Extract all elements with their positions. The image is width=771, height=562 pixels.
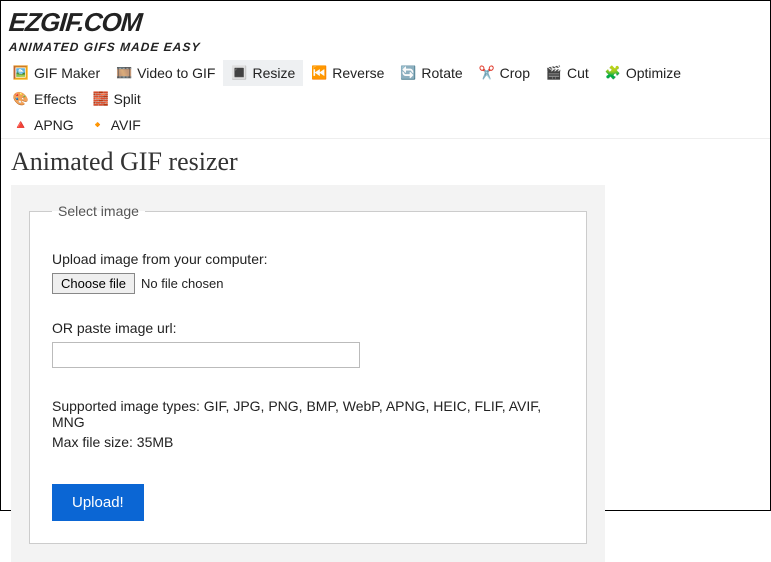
choose-file-button[interactable]: Choose file — [52, 273, 135, 294]
optimize-icon: 🧩 — [605, 65, 621, 81]
rotate-label: Rotate — [421, 65, 462, 81]
apng-icon: 🔺 — [13, 117, 29, 133]
nav-video-to-gif[interactable]: 🎞️ Video to GIF — [108, 60, 223, 86]
logo-sub: ANIMATED GIFS MADE EASY — [8, 40, 201, 54]
avif-icon: 🔸 — [90, 117, 106, 133]
logo-main: EZGIF.COM — [8, 7, 143, 38]
optimize-label: Optimize — [626, 65, 681, 81]
avif-label: AVIF — [111, 117, 141, 133]
effects-icon: 🎨 — [13, 91, 29, 107]
max-file-size: Max file size: 35MB — [52, 434, 564, 450]
upload-button[interactable]: Upload! — [52, 484, 144, 521]
upload-label: Upload image from your computer: — [52, 251, 564, 267]
gif-maker-label: GIF Maker — [34, 65, 100, 81]
nav-cut[interactable]: 🎬 Cut — [538, 60, 597, 86]
cut-label: Cut — [567, 65, 589, 81]
nav-rotate[interactable]: 🔄 Rotate — [392, 60, 470, 86]
resize-label: Resize — [252, 65, 295, 81]
video-to-gif-icon: 🎞️ — [116, 65, 132, 81]
reverse-icon: ⏮️ — [311, 65, 327, 81]
crop-label: Crop — [500, 65, 530, 81]
split-icon: 🧱 — [93, 91, 109, 107]
cut-icon: 🎬 — [546, 65, 562, 81]
video-to-gif-label: Video to GIF — [137, 65, 215, 81]
nav-apng[interactable]: 🔺 APNG — [5, 112, 82, 138]
image-url-input[interactable] — [52, 342, 360, 368]
site-header: EZGIF.COM ANIMATED GIFS MADE EASY — [1, 1, 770, 56]
nav-optimize[interactable]: 🧩 Optimize — [597, 60, 689, 86]
nav-row-2: 🔺 APNG 🔸 AVIF — [5, 112, 766, 138]
support-info: Supported image types: GIF, JPG, PNG, BM… — [52, 398, 564, 450]
select-image-fieldset: Select image Upload image from your comp… — [29, 203, 587, 544]
nav-gif-maker[interactable]: 🖼️ GIF Maker — [5, 60, 108, 86]
nav-split[interactable]: 🧱 Split — [85, 86, 149, 112]
apng-label: APNG — [34, 117, 74, 133]
crop-icon: ✂️ — [479, 65, 495, 81]
split-label: Split — [114, 91, 141, 107]
supported-types: Supported image types: GIF, JPG, PNG, BM… — [52, 398, 564, 430]
rotate-icon: 🔄 — [400, 65, 416, 81]
gif-maker-icon: 🖼️ — [13, 65, 29, 81]
file-status: No file chosen — [141, 276, 223, 291]
nav-avif[interactable]: 🔸 AVIF — [82, 112, 149, 138]
file-row: Choose file No file chosen — [52, 273, 564, 294]
nav-effects[interactable]: 🎨 Effects — [5, 86, 85, 112]
effects-label: Effects — [34, 91, 77, 107]
nav-reverse[interactable]: ⏮️ Reverse — [303, 60, 392, 86]
resize-icon: 🔳 — [231, 65, 247, 81]
or-paste-label: OR paste image url: — [52, 320, 564, 336]
page-title: Animated GIF resizer — [1, 139, 770, 185]
nav-row-1: 🖼️ GIF Maker 🎞️ Video to GIF 🔳 Resize ⏮️ Revers… — [5, 60, 766, 112]
main-nav: 🖼️ GIF Maker 🎞️ Video to GIF 🔳 Resize ⏮️ Revers… — [1, 56, 770, 139]
fieldset-legend: Select image — [52, 203, 145, 219]
nav-crop[interactable]: ✂️ Crop — [471, 60, 538, 86]
nav-resize[interactable]: 🔳 Resize — [223, 60, 303, 86]
reverse-label: Reverse — [332, 65, 384, 81]
upload-panel: Select image Upload image from your comp… — [11, 185, 605, 562]
